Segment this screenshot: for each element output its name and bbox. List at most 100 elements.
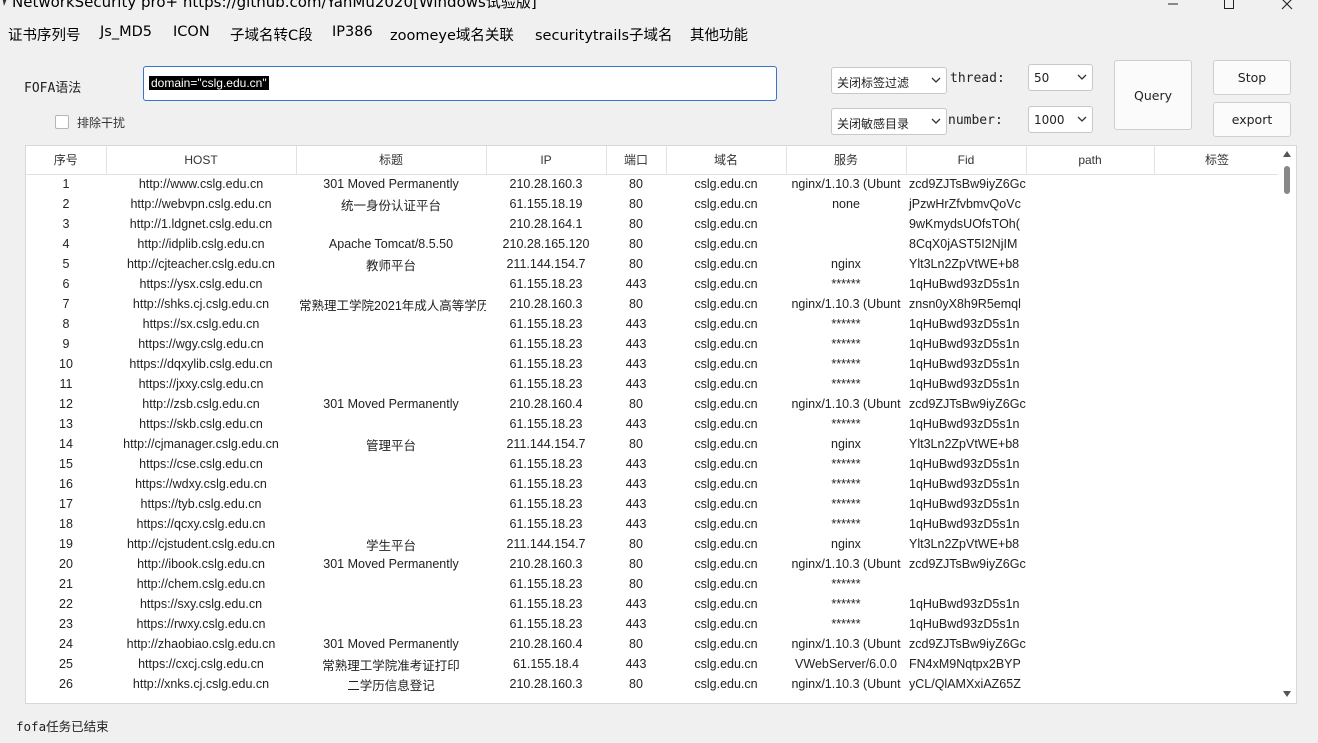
table-row[interactable]: 12 http://zsb.cslg.edu.cn 301 Moved Perman… [26, 394, 1280, 414]
header-col-domain[interactable]: 域名 [666, 146, 787, 175]
col-fid-cell: 1qHuBwd93zD5s1n [909, 457, 1020, 471]
col-path-cell [1026, 614, 1154, 634]
tag-filter-select[interactable]: 关闭标签过滤 [831, 67, 947, 94]
number-select[interactable]: 1000 [1028, 106, 1093, 133]
col-domain-cell: cslg.edu.cn [694, 457, 758, 471]
header-col-tag[interactable]: 标签 [1154, 146, 1281, 175]
table-row[interactable]: 22 https://sxy.cslg.edu.cn 61.155.18.23 443… [26, 594, 1280, 614]
table-row[interactable]: 3 http://1.ldgnet.cslg.edu.cn 210.28.164.1… [26, 214, 1280, 234]
minimize-icon [1168, 3, 1178, 5]
table-row[interactable]: 17 https://tyb.cslg.edu.cn 61.155.18.23 443… [26, 494, 1280, 514]
vertical-scrollbar[interactable] [1278, 146, 1296, 703]
header-col-path[interactable]: path [1026, 146, 1155, 175]
menu-subdomain-to-c[interactable]: 子域名转C段 [230, 24, 313, 45]
scrollbar-thumb[interactable] [1284, 166, 1290, 194]
fofa-query-input[interactable]: domain="cslg.edu.cn" [143, 66, 777, 101]
table-row[interactable]: 5 http://cjteacher.cslg.edu.cn 教师平台 211.144… [26, 254, 1280, 274]
col-index-cell: 18 [59, 517, 73, 531]
table-row[interactable]: 19 http://cjstudent.cslg.edu.cn 学生平台 211.14… [26, 534, 1280, 554]
col-path-cell [1026, 454, 1154, 474]
table-row[interactable]: 20 http://ibook.cslg.edu.cn 301 Moved Perm… [26, 554, 1280, 574]
header-col-title[interactable]: 标题 [296, 146, 487, 175]
table-row[interactable]: 7 http://shks.cj.cslg.edu.cn 常熟理工学院2021年成人… [26, 294, 1280, 314]
col-tag-cell [1154, 594, 1280, 614]
table-row[interactable]: 11 https://jxxy.cslg.edu.cn 61.155.18.23 44… [26, 374, 1280, 394]
col-service-cell: ****** [831, 577, 861, 591]
menu-icon[interactable]: ICON [173, 24, 210, 40]
results-table[interactable]: 序号 HOST 标题 IP 端口 域名 服务 Fid path 标签 1 http://www.cs… [25, 145, 1297, 704]
maximize-button[interactable] [1206, 0, 1252, 14]
table-row[interactable]: 2 http://webvpn.cslg.edu.cn 统一身份认证平台 61.155… [26, 194, 1280, 214]
col-service-cell: ****** [831, 477, 861, 491]
col-fid-cell: 1qHuBwd93zD5s1n [909, 517, 1020, 531]
col-port-cell: 80 [629, 237, 643, 251]
minimize-button[interactable] [1150, 0, 1196, 14]
table-row[interactable]: 26 http://xnks.cj.cslg.edu.cn 二学历信息登记 210.2… [26, 674, 1280, 694]
col-ip-cell: 61.155.18.23 [509, 497, 583, 511]
col-host-cell: https://sxy.cslg.edu.cn [139, 597, 263, 611]
table-row[interactable]: 1 http://www.cslg.edu.cn 301 Moved Permane… [26, 174, 1280, 194]
col-domain-cell: cslg.edu.cn [694, 617, 758, 631]
header-col-port[interactable]: 端口 [606, 146, 667, 175]
thread-select[interactable]: 50 [1028, 64, 1093, 91]
table-row[interactable]: 4 http://idplib.cslg.edu.cn Apache Tomcat/… [26, 234, 1280, 254]
col-port-cell: 443 [625, 617, 647, 631]
col-tag-cell [1154, 674, 1280, 694]
scroll-up-icon[interactable] [1283, 151, 1291, 157]
header-col-ip[interactable]: IP [486, 146, 607, 175]
table-row[interactable]: 10 https://dqxylib.cslg.edu.cn 61.155.18.2… [26, 354, 1280, 374]
close-button[interactable] [1264, 0, 1310, 14]
col-path-cell [1026, 334, 1154, 354]
col-host-cell: http://zhaobiao.cslg.edu.cn [126, 637, 276, 651]
col-port-cell: 443 [625, 517, 647, 531]
header-col-index[interactable]: 序号 [26, 146, 107, 175]
window-title: NetworkSecurity pro+ https://github.com/… [12, 0, 537, 11]
sensitive-dir-select[interactable]: 关闭敏感目录 [831, 108, 947, 135]
col-title-cell [296, 374, 486, 394]
menu-ip386[interactable]: IP386 [332, 24, 373, 40]
table-row[interactable]: 18 https://qcxy.cslg.edu.cn 61.155.18.23 44… [26, 514, 1280, 534]
col-host-cell: https://cse.cslg.edu.cn [139, 457, 263, 471]
col-port-cell: 80 [629, 437, 643, 451]
table-row[interactable]: 8 https://sx.cslg.edu.cn 61.155.18.23 443 cs… [26, 314, 1280, 334]
header-col-host[interactable]: HOST [106, 146, 297, 175]
col-port-cell: 80 [629, 637, 643, 651]
col-ip-cell: 61.155.18.23 [509, 617, 583, 631]
col-path-cell [1026, 414, 1154, 434]
menu-cert-serial[interactable]: 证书序列号 [8, 24, 81, 45]
table-row[interactable]: 25 https://cxcj.cslg.edu.cn 常熟理工学院准考证打印 61.… [26, 654, 1280, 674]
col-port-cell: 80 [629, 537, 643, 551]
stop-button[interactable]: Stop [1213, 60, 1291, 95]
table-row[interactable]: 16 https://wdxy.cslg.edu.cn 61.155.18.23 44… [26, 474, 1280, 494]
col-domain-cell: cslg.edu.cn [694, 297, 758, 311]
export-button[interactable]: export [1213, 102, 1291, 137]
col-domain-cell: cslg.edu.cn [694, 437, 758, 451]
menu-zoomeye[interactable]: zoomeye域名关联 [390, 24, 514, 45]
col-tag-cell [1154, 634, 1280, 654]
table-row[interactable]: 13 https://skb.cslg.edu.cn 61.155.18.23 443… [26, 414, 1280, 434]
table-row[interactable]: 9 https://wgy.cslg.edu.cn 61.155.18.23 443 c… [26, 334, 1280, 354]
menu-securitytrails[interactable]: securitytrails子域名 [535, 24, 673, 45]
col-title-cell: Apache Tomcat/8.5.50 [328, 237, 454, 251]
query-button[interactable]: Query [1114, 60, 1192, 130]
table-row[interactable]: 24 http://zhaobiao.cslg.edu.cn 301 Moved P… [26, 634, 1280, 654]
menu-other[interactable]: 其他功能 [690, 24, 748, 45]
table-row[interactable]: 23 https://rwxy.cslg.edu.cn 61.155.18.23 44… [26, 614, 1280, 634]
scroll-down-icon[interactable] [1283, 691, 1291, 697]
table-row[interactable]: 14 http://cjmanager.cslg.edu.cn 管理平台 211.14… [26, 434, 1280, 454]
table-row[interactable]: 15 https://cse.cslg.edu.cn 61.155.18.23 443… [26, 454, 1280, 474]
col-port-cell: 80 [629, 217, 643, 231]
col-domain-cell: cslg.edu.cn [694, 577, 758, 591]
col-path-cell [1026, 274, 1154, 294]
header-col-service[interactable]: 服务 [786, 146, 907, 175]
table-row[interactable]: 6 https://ysx.cslg.edu.cn 61.155.18.23 443 c… [26, 274, 1280, 294]
col-port-cell: 80 [629, 197, 643, 211]
col-ip-cell: 210.28.160.3 [509, 557, 583, 571]
header-col-fid[interactable]: Fid [906, 146, 1027, 175]
menu-js-md5[interactable]: Js_MD5 [100, 24, 152, 40]
table-row[interactable]: 21 http://chem.cslg.edu.cn 61.155.18.23 80 c… [26, 574, 1280, 594]
exclude-interference-checkbox[interactable] [55, 115, 69, 129]
col-port-cell: 80 [629, 177, 643, 192]
col-host-cell: https://jxxy.cslg.edu.cn [138, 377, 264, 391]
col-title-cell [296, 454, 486, 474]
